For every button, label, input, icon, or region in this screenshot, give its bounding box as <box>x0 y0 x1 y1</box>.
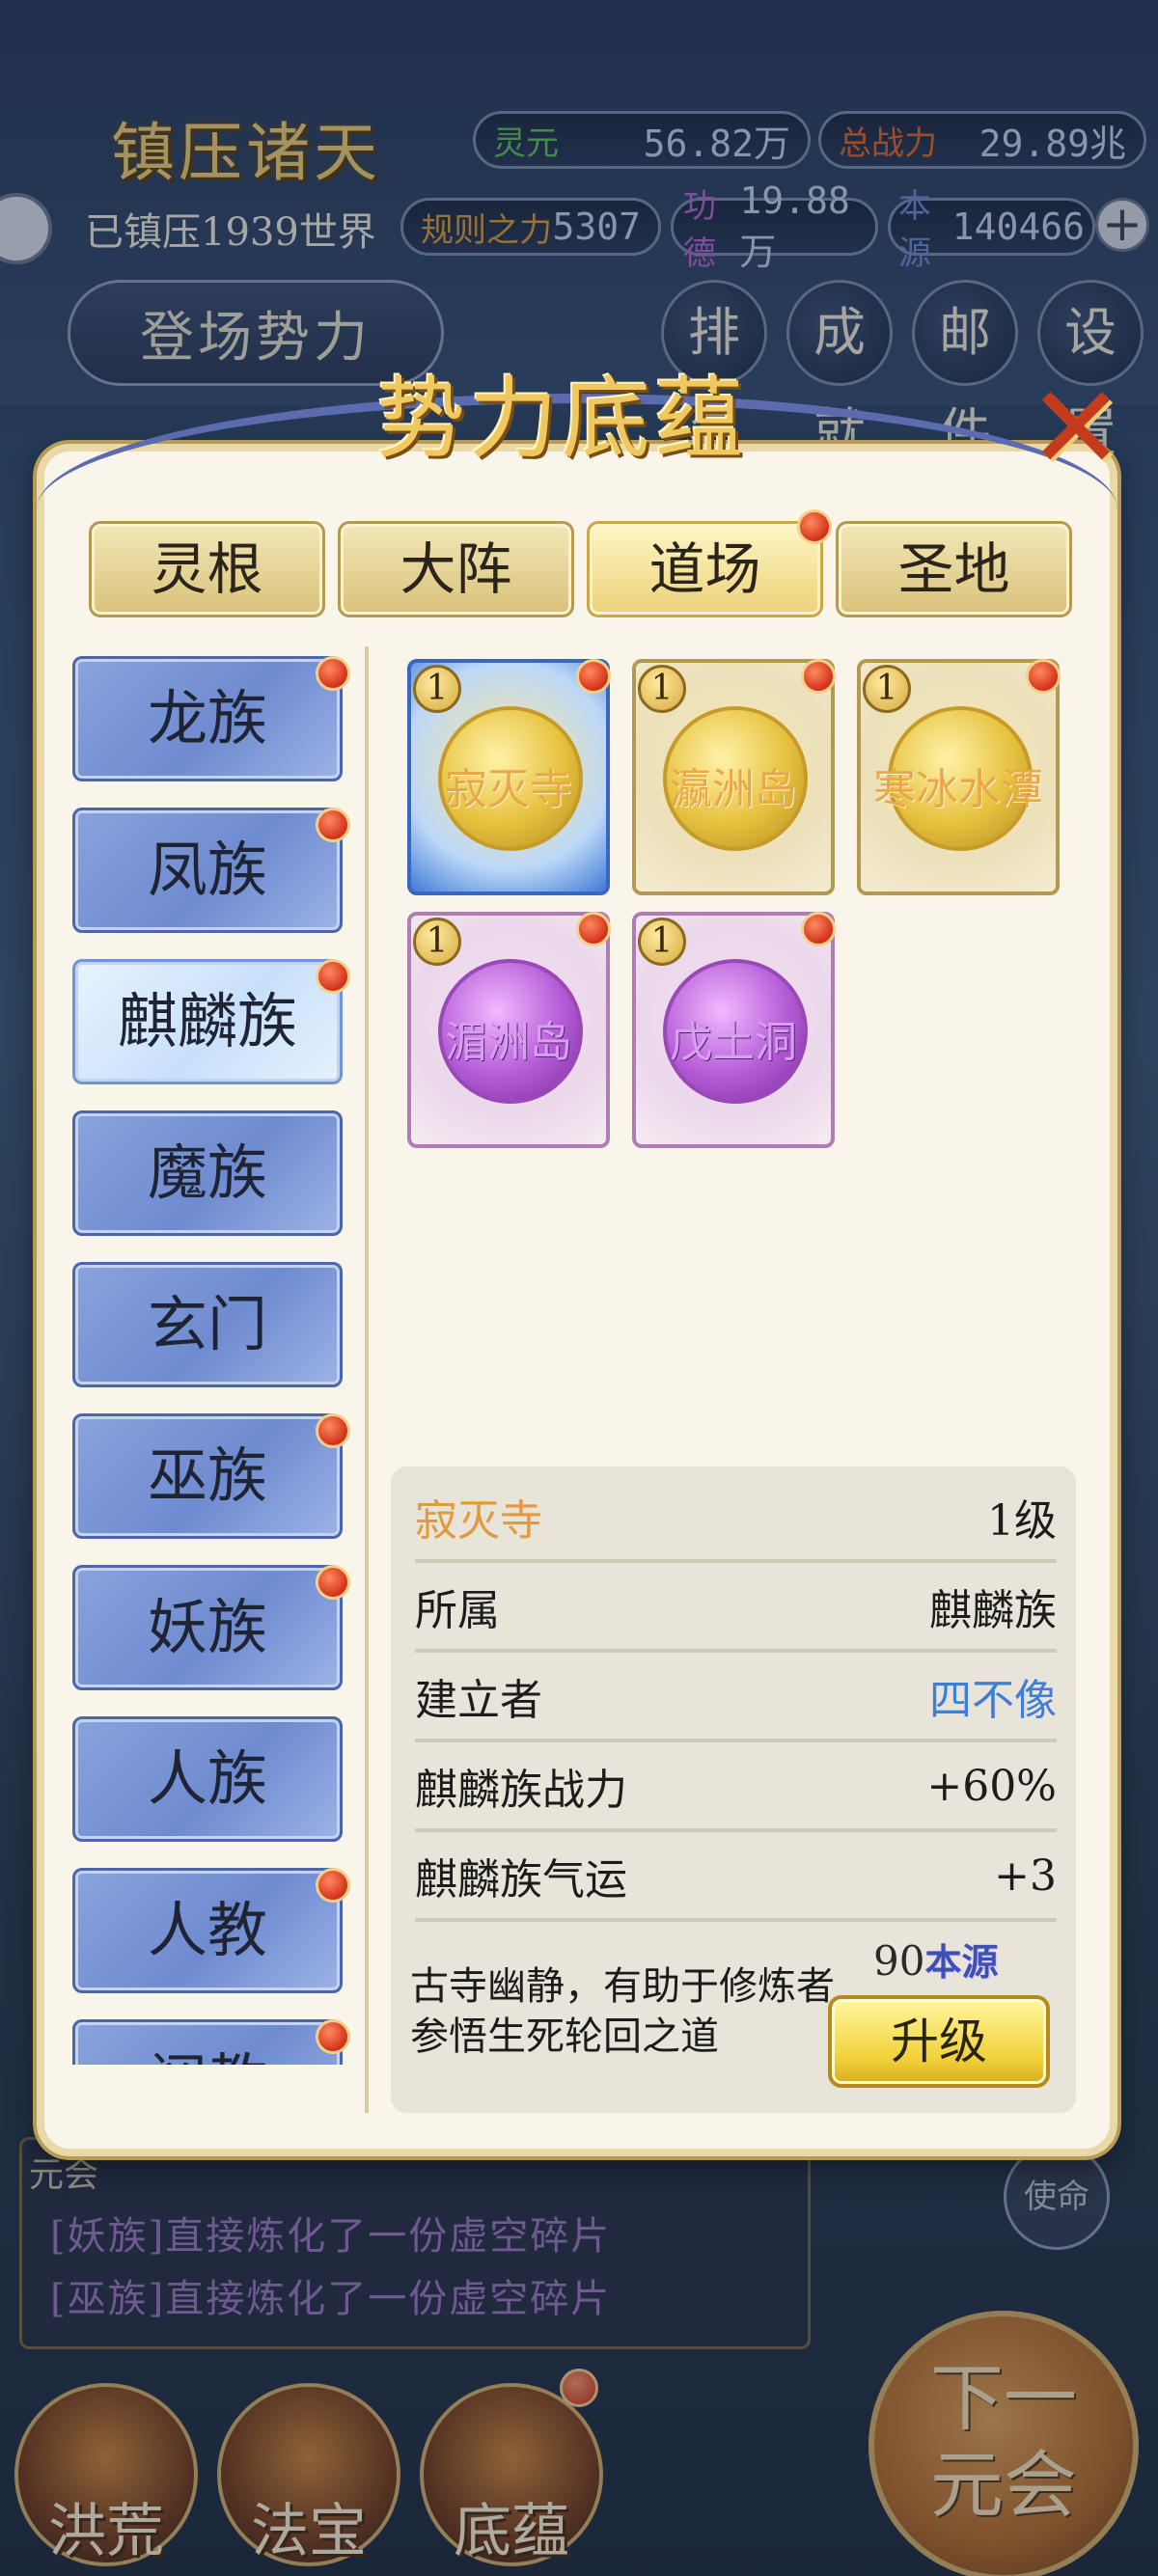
building-card[interactable]: 寂灭寺 1 <box>407 659 610 895</box>
cost-unit: 本源 <box>924 1940 999 1984</box>
building-name: 瀛洲岛 <box>670 765 797 814</box>
race-item-yao[interactable]: 妖族 <box>72 1565 343 1690</box>
detail-value: +60% <box>926 1761 1057 1811</box>
notification-dot <box>576 659 611 694</box>
notification-dot <box>316 1565 350 1600</box>
close-icon[interactable]: ✕ <box>1023 371 1129 487</box>
notification-dot <box>316 959 350 994</box>
building-name: 寒冰水潭 <box>873 765 1043 814</box>
detail-key: 建立者 <box>415 1676 542 1725</box>
level-badge: 1 <box>638 918 686 966</box>
notification-dot <box>801 659 836 694</box>
notification-dot <box>1026 659 1061 694</box>
race-item-chanjiao[interactable]: 阐教 <box>72 2019 343 2065</box>
cost-amount: 90 <box>873 1937 925 1985</box>
detail-building-name: 寂灭寺 <box>415 1496 542 1546</box>
detail-row: 麒麟族气运 +3 <box>415 1833 1057 1922</box>
tab-dazhen[interactable]: 大阵 <box>338 521 574 617</box>
race-item-dragon[interactable]: 龙族 <box>72 656 343 781</box>
notification-dot <box>316 1413 350 1448</box>
building-card[interactable]: 戊土洞 1 <box>632 912 835 1148</box>
notification-dot <box>797 509 832 544</box>
detail-value: 麒麟族 <box>929 1586 1057 1635</box>
notification-dot <box>316 808 350 842</box>
notification-dot <box>801 912 836 946</box>
detail-row: 麒麟族战力 +60% <box>415 1743 1057 1832</box>
building-name: 寂灭寺 <box>445 765 572 814</box>
race-item-wu[interactable]: 巫族 <box>72 1413 343 1539</box>
race-item-renjiao[interactable]: 人教 <box>72 1868 343 1993</box>
level-badge: 1 <box>638 665 686 713</box>
detail-key: 麒麟族气运 <box>415 1855 627 1905</box>
tab-daochang[interactable]: 道场 <box>587 521 823 617</box>
founder-link[interactable]: 四不像 <box>929 1665 1057 1727</box>
notification-dot <box>316 1868 350 1903</box>
building-card[interactable]: 瀛洲岛 1 <box>632 659 835 895</box>
detail-header-row: 寂灭寺 1级 <box>415 1474 1057 1563</box>
race-list[interactable]: 龙族 凤族 麒麟族 魔族 玄门 巫族 妖族 人族 人教 阐教 <box>68 656 357 2065</box>
level-badge: 1 <box>413 918 461 966</box>
race-item-xuanmen[interactable]: 玄门 <box>72 1262 343 1387</box>
tab-shengdi[interactable]: 圣地 <box>836 521 1072 617</box>
list-divider <box>365 646 369 2113</box>
building-card[interactable]: 寒冰水潭 1 <box>857 659 1060 895</box>
tab-linggen[interactable]: 灵根 <box>89 521 325 617</box>
race-item-demon[interactable]: 魔族 <box>72 1110 343 1236</box>
building-name: 戊土洞 <box>670 1018 797 1067</box>
building-description: 古寺幽静，有助于修炼者参悟生死轮回之道 <box>410 1964 835 2059</box>
detail-key: 麒麟族战力 <box>415 1766 627 1815</box>
notification-dot <box>316 656 350 691</box>
level-badge: 1 <box>863 665 911 713</box>
detail-level: 1级 <box>987 1496 1057 1546</box>
race-item-phoenix[interactable]: 凤族 <box>72 808 343 933</box>
notification-dot <box>316 2019 350 2054</box>
building-card[interactable]: 湄洲岛 1 <box>407 912 610 1148</box>
notification-dot <box>576 912 611 946</box>
modal-title: 势力底蕴 <box>376 368 748 471</box>
upgrade-cost: 90本源 <box>873 1932 998 1986</box>
detail-value: +3 <box>994 1850 1057 1901</box>
detail-row: 所属 麒麟族 <box>415 1564 1057 1653</box>
building-name: 湄洲岛 <box>445 1018 572 1067</box>
level-badge: 1 <box>413 665 461 713</box>
race-item-qilin[interactable]: 麒麟族 <box>72 959 343 1084</box>
upgrade-button[interactable]: 升级 <box>828 1995 1050 2088</box>
race-item-human[interactable]: 人族 <box>72 1716 343 1842</box>
detail-row: 建立者 四不像 <box>415 1654 1057 1742</box>
detail-key: 所属 <box>415 1586 500 1635</box>
